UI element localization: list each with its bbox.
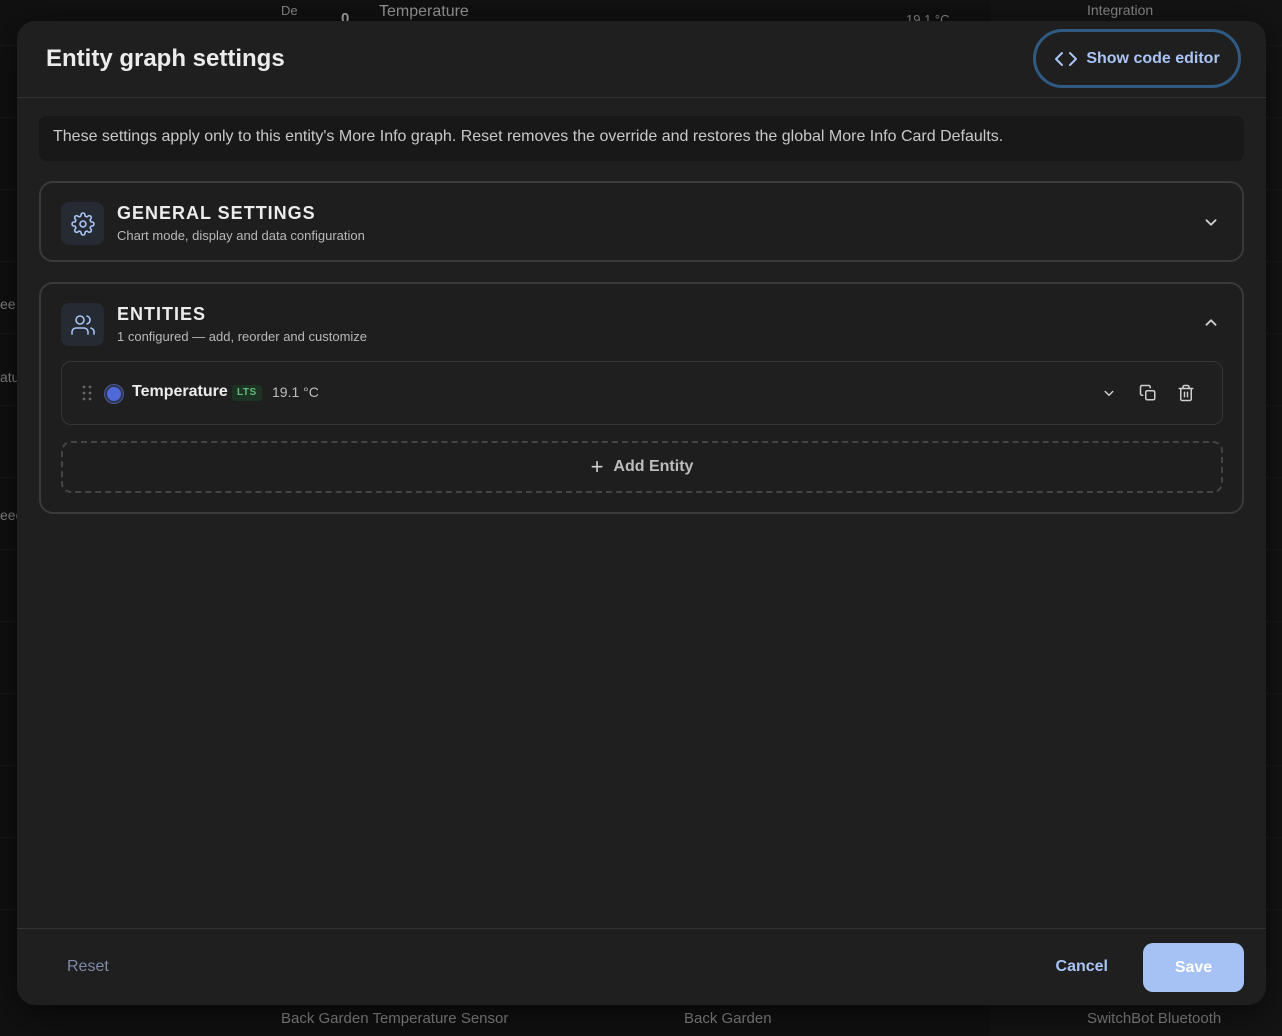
- show-code-editor-button[interactable]: Show code editor: [1033, 29, 1241, 88]
- gear-icon: [61, 202, 104, 245]
- save-button[interactable]: Save: [1143, 943, 1244, 992]
- bg-left-fragment: ee: [0, 296, 16, 312]
- info-banner: These settings apply only to this entity…: [39, 116, 1244, 161]
- add-entity-label: Add Entity: [613, 458, 694, 475]
- copy-icon[interactable]: [1137, 382, 1159, 404]
- entity-row[interactable]: Temperature LTS 19.1 °C: [61, 361, 1223, 425]
- cancel-button[interactable]: Cancel: [1056, 958, 1108, 976]
- bg-row-area: Back Garden: [684, 1010, 772, 1027]
- chevron-down-icon[interactable]: [1098, 382, 1120, 404]
- dialog-title: Entity graph settings: [46, 45, 285, 72]
- chevron-up-icon[interactable]: [1200, 312, 1222, 334]
- bg-row-integration: SwitchBot Bluetooth: [1087, 1010, 1222, 1027]
- lts-badge: LTS: [232, 385, 262, 401]
- general-settings-title: GENERAL SETTINGS: [117, 203, 316, 223]
- entity-name: Temperature: [132, 383, 228, 400]
- add-entity-button[interactable]: + Add Entity: [61, 441, 1223, 493]
- reset-button[interactable]: Reset: [67, 958, 109, 976]
- plus-icon: +: [590, 454, 604, 479]
- entity-graph-settings-dialog: Entity graph settings Show code editor T…: [17, 21, 1266, 1005]
- bg-col1-text: De: [281, 3, 298, 18]
- bg-integration-header: Integration: [1087, 2, 1154, 18]
- entities-subtitle: 1 configured — add, reorder and customiz…: [117, 329, 368, 344]
- entities-title: ENTITIES: [117, 304, 207, 324]
- code-icon: [1054, 47, 1078, 71]
- bg-row-name: Back Garden Temperature Sensor: [281, 1010, 509, 1027]
- general-settings-subtitle: Chart mode, display and data configurati…: [117, 228, 365, 243]
- chevron-down-icon[interactable]: [1200, 211, 1222, 233]
- entity-value: 19.1 °C: [272, 384, 319, 400]
- entities-section: ENTITIES 1 configured — add, reorder and…: [39, 282, 1244, 514]
- entity-color-swatch[interactable]: [105, 385, 123, 403]
- drag-handle-icon[interactable]: [80, 384, 94, 402]
- dialog-footer: Reset Cancel Save: [17, 928, 1266, 1005]
- users-icon: [61, 303, 104, 346]
- general-settings-section[interactable]: GENERAL SETTINGS Chart mode, display and…: [39, 181, 1244, 262]
- trash-icon[interactable]: [1175, 382, 1197, 404]
- dialog-header: Entity graph settings Show code editor: [17, 21, 1266, 98]
- show-code-editor-label: Show code editor: [1086, 49, 1220, 67]
- bg-temperature-text: Temperature: [379, 3, 469, 20]
